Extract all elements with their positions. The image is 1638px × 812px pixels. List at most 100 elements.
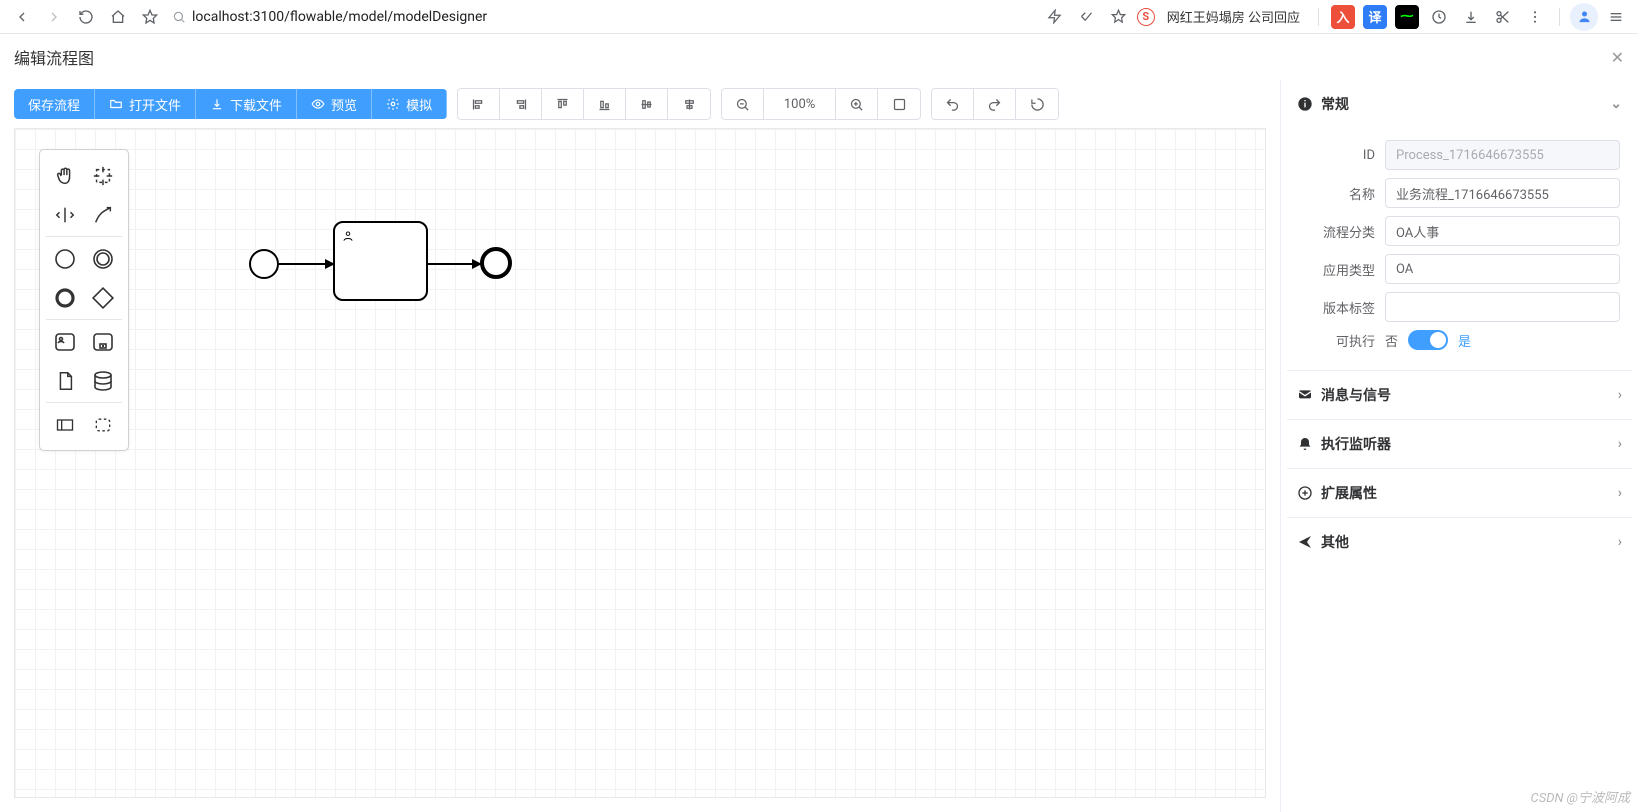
chevron-right-icon: › xyxy=(1618,485,1622,501)
gear-icon xyxy=(386,97,400,111)
switch-no-label: 否 xyxy=(1385,331,1398,350)
gateway-icon[interactable] xyxy=(84,278,122,317)
start-event-icon[interactable] xyxy=(46,239,84,278)
plus-circle-icon xyxy=(1297,485,1313,501)
canvas-area: 保存流程 打开文件 下载文件 预览 模拟 100% xyxy=(0,80,1280,812)
undo-button[interactable] xyxy=(932,89,974,119)
properties-panel: 常规 ⌄ ID 名称 流程分类 应用类型 版本标签 xyxy=(1280,80,1638,812)
hand-tool-icon[interactable] xyxy=(46,156,84,195)
search-icon xyxy=(172,10,186,24)
bell-icon xyxy=(1297,436,1313,452)
pool-icon[interactable] xyxy=(46,405,84,444)
zoom-out-button[interactable] xyxy=(722,89,764,119)
page-title-bar: 编辑流程图 ✕ xyxy=(0,34,1638,80)
align-bottom-button[interactable] xyxy=(584,89,626,119)
exec-label: 可执行 xyxy=(1299,331,1385,350)
version-label: 版本标签 xyxy=(1299,298,1385,317)
eye-icon xyxy=(311,97,325,111)
info-icon xyxy=(1297,96,1313,112)
send-icon xyxy=(1297,534,1313,550)
align-vcenter-button[interactable] xyxy=(668,89,710,119)
profile-icon[interactable] xyxy=(1570,3,1598,31)
save-button[interactable]: 保存流程 xyxy=(14,89,95,119)
id-field xyxy=(1385,140,1620,170)
end-event-shape[interactable] xyxy=(480,247,512,279)
subprocess-icon[interactable] xyxy=(84,322,122,361)
chevron-right-icon: › xyxy=(1618,387,1622,403)
user-task-shape[interactable] xyxy=(333,221,428,301)
sogou-icon[interactable]: S xyxy=(1137,8,1155,26)
align-top-button[interactable] xyxy=(542,89,584,119)
folder-icon xyxy=(109,97,123,111)
end-event-icon[interactable] xyxy=(46,278,84,317)
section-other[interactable]: 其他 › xyxy=(1287,518,1632,566)
section-ext[interactable]: 扩展属性 › xyxy=(1287,469,1632,517)
section-general[interactable]: 常规 ⌄ xyxy=(1287,80,1632,128)
zoom-fit-button[interactable] xyxy=(878,89,920,119)
open-button[interactable]: 打开文件 xyxy=(95,89,196,119)
intermediate-event-icon[interactable] xyxy=(84,239,122,278)
lightning-icon[interactable] xyxy=(1041,3,1069,31)
category-label: 流程分类 xyxy=(1299,222,1385,241)
refresh-button[interactable] xyxy=(1016,89,1058,119)
back-icon[interactable] xyxy=(8,3,36,31)
url-text: localhost:3100/flowable/model/modelDesig… xyxy=(192,9,487,25)
more-icon[interactable] xyxy=(1521,3,1549,31)
group-icon[interactable] xyxy=(84,405,122,444)
align-right-button[interactable] xyxy=(500,89,542,119)
category-field[interactable] xyxy=(1385,216,1620,246)
section-messages[interactable]: 消息与信号 › xyxy=(1287,371,1632,419)
bpmn-canvas[interactable] xyxy=(14,128,1266,798)
chevron-down-icon: ⌄ xyxy=(1610,96,1622,112)
data-object-icon[interactable] xyxy=(46,361,84,400)
executable-switch[interactable] xyxy=(1408,330,1448,350)
forward-icon xyxy=(40,3,68,31)
connect-tool-icon[interactable] xyxy=(84,195,122,234)
zoom-label: 100% xyxy=(764,89,836,119)
designer-toolbar: 保存流程 打开文件 下载文件 预览 模拟 100% xyxy=(0,80,1280,128)
home-icon[interactable] xyxy=(104,3,132,31)
lasso-tool-icon[interactable] xyxy=(84,156,122,195)
preview-button[interactable]: 预览 xyxy=(297,89,372,119)
zoom-in-button[interactable] xyxy=(836,89,878,119)
id-label: ID xyxy=(1299,148,1385,163)
download-button[interactable]: 下载文件 xyxy=(196,89,297,119)
scissors-icon[interactable] xyxy=(1489,3,1517,31)
version-field[interactable] xyxy=(1385,292,1620,322)
palette xyxy=(39,149,129,451)
name-field[interactable] xyxy=(1385,178,1620,208)
url-bar[interactable]: localhost:3100/flowable/model/modelDesig… xyxy=(172,9,487,25)
close-icon[interactable]: ✕ xyxy=(1611,48,1624,67)
apptype-field[interactable] xyxy=(1385,254,1620,284)
menu-icon[interactable] xyxy=(1602,3,1630,31)
align-hcenter-button[interactable] xyxy=(626,89,668,119)
section-listeners[interactable]: 执行监听器 › xyxy=(1287,420,1632,468)
chevron-right-icon: › xyxy=(1618,534,1622,550)
start-event-shape[interactable] xyxy=(249,249,279,279)
share-icon[interactable] xyxy=(1073,3,1101,31)
simulate-button[interactable]: 模拟 xyxy=(372,89,447,119)
page-title: 编辑流程图 xyxy=(14,45,94,69)
redo-button[interactable] xyxy=(974,89,1016,119)
align-left-button[interactable] xyxy=(458,89,500,119)
star-icon[interactable] xyxy=(136,3,164,31)
space-tool-icon[interactable] xyxy=(46,195,84,234)
pdf-ext-icon[interactable]: 入 xyxy=(1331,5,1355,29)
bookmark-star-icon[interactable] xyxy=(1105,3,1133,31)
chevron-right-icon: › xyxy=(1618,436,1622,452)
browser-bar: localhost:3100/flowable/model/modelDesig… xyxy=(0,0,1638,34)
dev-ext-icon[interactable]: ⁓ xyxy=(1395,5,1419,29)
reload-icon[interactable] xyxy=(72,3,100,31)
history-icon[interactable] xyxy=(1425,3,1453,31)
download-icon[interactable] xyxy=(1457,3,1485,31)
download-small-icon xyxy=(210,97,224,111)
user-icon xyxy=(341,229,355,243)
user-task-icon[interactable] xyxy=(46,322,84,361)
news-link[interactable]: 网红王妈塌房 公司回应 xyxy=(1167,7,1300,26)
apptype-label: 应用类型 xyxy=(1299,260,1385,279)
switch-yes-label: 是 xyxy=(1458,331,1471,350)
message-icon xyxy=(1297,387,1313,403)
translate-ext-icon[interactable]: 译 xyxy=(1363,5,1387,29)
name-label: 名称 xyxy=(1299,184,1385,203)
data-store-icon[interactable] xyxy=(84,361,122,400)
